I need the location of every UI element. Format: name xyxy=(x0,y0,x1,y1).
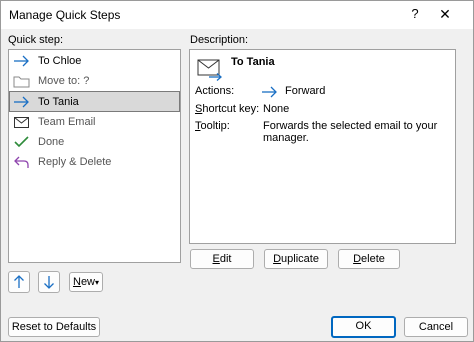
help-button[interactable]: ? xyxy=(406,5,424,23)
title-bar: Manage Quick Steps ? ✕ xyxy=(1,1,473,29)
reply-icon xyxy=(14,156,29,168)
list-item-label: To Tania xyxy=(38,96,79,108)
shortcut-key-value: None xyxy=(263,103,290,115)
list-item[interactable]: Done xyxy=(10,132,179,152)
list-item-label: To Chloe xyxy=(38,55,82,67)
list-item[interactable]: Team Email xyxy=(10,112,179,132)
tooltip-line-2: manager. xyxy=(263,132,309,144)
reset-to-defaults-button[interactable]: Reset to Defaults xyxy=(8,317,100,337)
edit-button[interactable]: Edit xyxy=(190,249,254,269)
forward-arrow-icon xyxy=(14,96,29,108)
folder-move-icon xyxy=(13,76,30,88)
move-up-button[interactable] xyxy=(8,271,30,293)
shortcut-key-label: Shortcut key: xyxy=(195,103,260,115)
actions-label: Actions: xyxy=(195,85,235,97)
list-item-label: Move to: ? xyxy=(38,75,90,87)
delete-button[interactable]: Delete xyxy=(338,249,400,269)
description-panel: To Tania Actions: Forward Shortcut key: … xyxy=(189,49,456,244)
new-button[interactable]: New▾ xyxy=(69,272,103,292)
chevron-down-icon: ▾ xyxy=(95,278,100,287)
forward-arrow-icon xyxy=(14,55,29,67)
checkmark-icon xyxy=(14,136,29,148)
list-item-label: Team Email xyxy=(38,116,96,128)
list-item[interactable]: Move to: ? xyxy=(10,71,179,91)
action-value: Forward xyxy=(285,85,326,97)
list-item[interactable]: Reply & Delete xyxy=(10,152,179,172)
ok-button[interactable]: OK xyxy=(331,316,396,338)
list-item-label: Done xyxy=(38,136,65,148)
tooltip-line-1: Forwards the selected email to your xyxy=(263,120,438,132)
list-item[interactable]: To Chloe xyxy=(10,51,179,71)
quick-step-list[interactable]: To Chloe Move to: ? To Tania Team Email xyxy=(8,49,181,263)
envelope-forward-icon xyxy=(197,59,222,81)
manage-quick-steps-dialog: Manage Quick Steps ? ✕ Quick step: Descr… xyxy=(0,0,474,342)
list-item-selected[interactable]: To Tania xyxy=(9,91,180,112)
quick-step-label: Quick step: xyxy=(8,34,64,46)
move-down-button[interactable] xyxy=(38,271,60,293)
description-title: To Tania xyxy=(231,56,275,68)
forward-arrow-icon xyxy=(262,86,277,98)
cancel-button[interactable]: Cancel xyxy=(404,317,468,337)
tooltip-label: Tooltip: xyxy=(195,120,230,132)
arrow-up-icon xyxy=(14,275,24,288)
dialog-title: Manage Quick Steps xyxy=(9,8,121,22)
duplicate-button[interactable]: Duplicate xyxy=(264,249,328,269)
arrow-down-icon xyxy=(44,276,54,289)
list-item-label: Reply & Delete xyxy=(38,156,112,168)
description-label: Description: xyxy=(190,34,249,46)
envelope-icon xyxy=(14,117,29,128)
close-button[interactable]: ✕ xyxy=(436,5,454,23)
